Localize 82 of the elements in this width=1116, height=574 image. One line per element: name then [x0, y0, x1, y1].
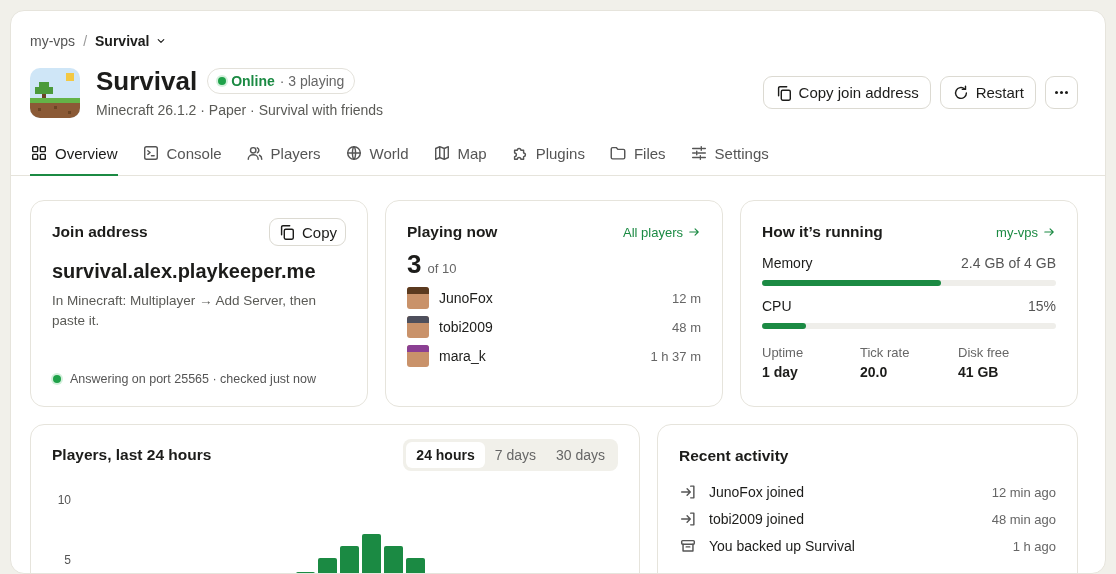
- tab[interactable]: Overview: [30, 140, 118, 176]
- activity-text: tobi2009 joined: [709, 511, 805, 527]
- player-name: JunoFox: [439, 290, 494, 306]
- join-address: survival.alex.playkeeper.me: [52, 260, 317, 283]
- range-option[interactable]: 7 days: [484, 442, 546, 468]
- grid-icon: [30, 144, 48, 162]
- bar: [384, 546, 403, 573]
- play-time: 1 h 37 m: [650, 348, 701, 364]
- enter-icon: [679, 483, 697, 501]
- player-capacity: of 10: [427, 261, 457, 276]
- activity-time: 48 min ago: [991, 511, 1056, 527]
- arrow-icon: [687, 225, 701, 239]
- player-name: tobi2009: [439, 319, 494, 335]
- meter-reading: 2.4 GB of 4 GB: [961, 255, 1056, 271]
- server-subtitle: Minecraft 26.1.2 · Paper · Survival with friends: [96, 102, 385, 118]
- card-title: Recent activity: [679, 447, 789, 465]
- play-time: 48 m: [672, 319, 701, 335]
- link[interactable]: All players: [623, 224, 701, 240]
- card-title: How it’s running: [762, 223, 883, 241]
- breadcrumb-dropdown[interactable]: Survival: [95, 33, 168, 49]
- avatar: [407, 345, 429, 367]
- terminal-icon: [141, 144, 160, 162]
- bar: [340, 546, 359, 573]
- range-option[interactable]: 30 days: [545, 442, 615, 468]
- avatar: [407, 316, 429, 338]
- avatar: [407, 287, 429, 309]
- server-title: Survival: [96, 68, 198, 94]
- meter-label: CPU: [762, 298, 792, 314]
- status-text: Online: [231, 73, 275, 89]
- stat-value: 41 GB: [958, 364, 1000, 380]
- tab[interactable]: Players: [245, 140, 321, 176]
- tab[interactable]: Map: [432, 140, 487, 176]
- activity-text: You backed up Survival: [709, 538, 856, 554]
- hint-text: In Minecraft: Multiplayer → Add Server, then paste it.: [52, 292, 318, 330]
- bar: [318, 558, 337, 573]
- card-title: Join address: [52, 223, 148, 241]
- more-icon: [1055, 91, 1068, 94]
- status-dot: [218, 77, 227, 85]
- arrow-icon: [1042, 225, 1056, 239]
- stat-label: Disk free: [958, 345, 1011, 360]
- folder-icon: [608, 144, 627, 162]
- stat-value: 1 day: [762, 364, 799, 380]
- tab[interactable]: Settings: [689, 140, 769, 176]
- breadcrumb-link[interactable]: my-vps: [30, 33, 76, 49]
- card-title: Players, last 24 hours: [52, 446, 212, 464]
- people-icon: [245, 144, 264, 162]
- activity-text: JunoFox joined: [709, 484, 805, 500]
- tab[interactable]: Plugins: [510, 140, 585, 176]
- tab[interactable]: Files: [608, 140, 666, 176]
- meter-reading: 15%: [1027, 298, 1056, 314]
- map-icon: [432, 144, 451, 162]
- tab[interactable]: World: [344, 140, 409, 176]
- range-option[interactable]: 24 hours: [406, 442, 485, 468]
- activity-time: 12 min ago: [991, 484, 1056, 500]
- landscape-icon: [30, 68, 80, 118]
- breadcrumb-separator: /: [83, 33, 87, 49]
- bar: [406, 558, 425, 573]
- player-count: · 3 playing: [279, 73, 345, 89]
- tab[interactable]: Console: [141, 140, 222, 176]
- axis-label: 5: [64, 553, 71, 568]
- player-name: mara_k: [439, 348, 487, 364]
- stat-label: Tick rate: [860, 345, 911, 360]
- restart-button[interactable]: Restart: [939, 76, 1036, 109]
- more-button[interactable]: [1045, 76, 1078, 109]
- enter-icon: [679, 510, 697, 528]
- card-title: Playing now: [407, 223, 498, 241]
- play-time: 12 m: [672, 290, 701, 306]
- archive-icon: [679, 537, 697, 555]
- stat-value: 20.0: [860, 364, 889, 380]
- player-count: 3: [407, 249, 422, 280]
- status-text: Answering on port 25565 · checked just now: [70, 372, 316, 386]
- meter-label: Memory: [762, 255, 813, 271]
- status-dot: [53, 375, 61, 383]
- sliders-icon: [689, 144, 708, 162]
- axis-label: 10: [57, 493, 71, 508]
- stat-label: Uptime: [762, 345, 805, 360]
- link[interactable]: my-vps: [996, 224, 1056, 240]
- globe-icon: [344, 144, 363, 162]
- copy-button[interactable]: Copy: [268, 218, 346, 246]
- bar: [362, 534, 381, 573]
- copy-button[interactable]: Copy join address: [762, 76, 931, 109]
- activity-time: 1 h ago: [1012, 538, 1056, 554]
